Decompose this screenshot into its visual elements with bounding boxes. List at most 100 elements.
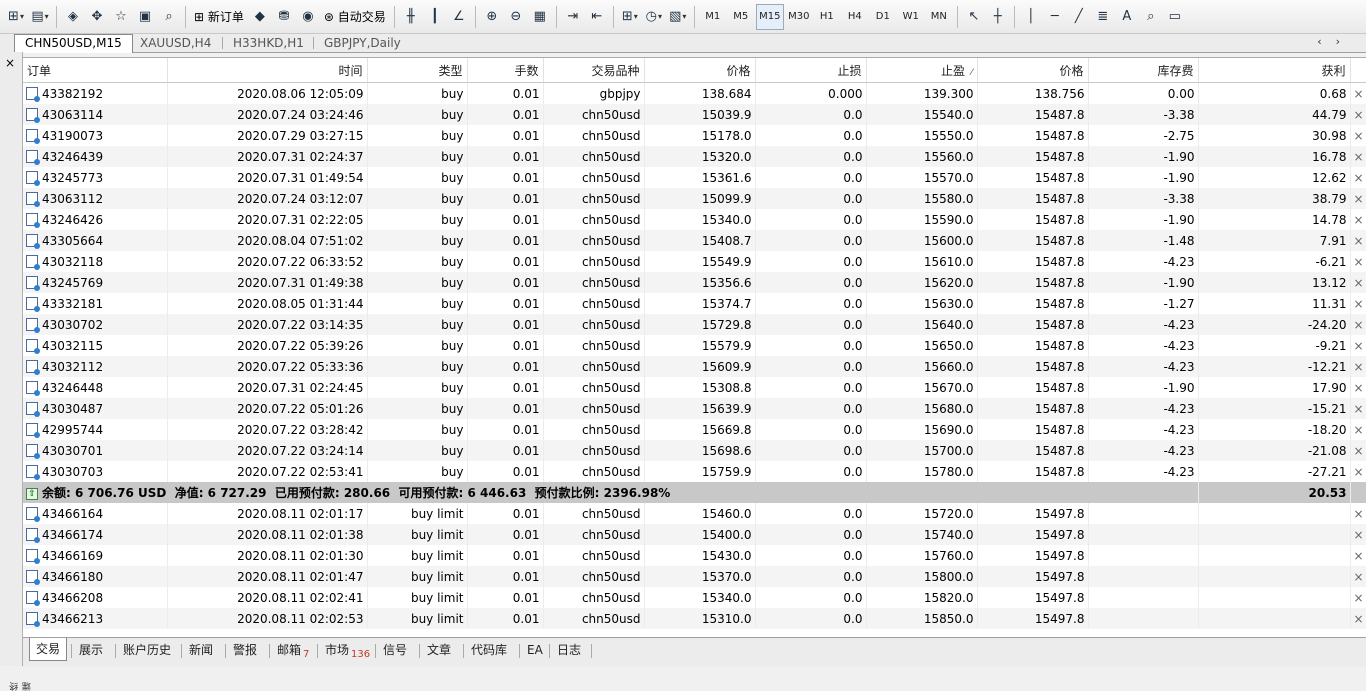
chart-tab-gbpjpy[interactable]: GBPJPY,Daily [314, 35, 411, 51]
close-terminal-icon[interactable]: × [5, 56, 15, 70]
table-row[interactable]: 43246439 2020.07.31 02:24:37 buy 0.01 chn50u… [23, 146, 1366, 167]
terminal-tab-6[interactable]: 市场 136 [319, 641, 376, 660]
bar-chart-icon[interactable]: ╫ [400, 5, 422, 29]
timeframe-h4[interactable]: H4 [842, 5, 868, 29]
timeframe-mn[interactable]: MN [926, 5, 952, 29]
close-order-icon[interactable]: × [1350, 125, 1366, 146]
col-current-price[interactable]: 价格 [977, 58, 1089, 83]
col-swap[interactable]: 库存费 [1088, 58, 1199, 83]
chart-tab-chn50usd[interactable]: CHN50USD,M15 [14, 34, 133, 53]
table-row[interactable]: 43190073 2020.07.29 03:27:15 buy 0.01 chn50u… [23, 125, 1366, 146]
col-price[interactable]: 价格 [644, 58, 756, 83]
cursor-icon[interactable]: ↖ [963, 5, 985, 29]
trendline-icon[interactable]: ╱ [1068, 5, 1090, 29]
close-order-icon[interactable]: × [1350, 356, 1366, 377]
periods-clock-icon[interactable]: ◷ ▾ [643, 5, 665, 29]
chart-shift-icon[interactable]: ⇤ [586, 5, 608, 29]
table-row[interactable]: 43466169 2020.08.11 02:01:30 buy limit 0.01… [23, 545, 1366, 566]
table-row[interactable]: 43466213 2020.08.11 02:02:53 buy limit 0.01… [23, 608, 1366, 629]
auto-trading-button[interactable]: ⊛ 自动交易 [321, 5, 389, 29]
close-order-icon[interactable]: × [1350, 566, 1366, 587]
table-row[interactable]: 43245769 2020.07.31 01:49:38 buy 0.01 chn50u… [23, 272, 1366, 293]
table-row[interactable]: 43245773 2020.07.31 01:49:54 buy 0.01 chn50u… [23, 167, 1366, 188]
market-watch-icon[interactable]: ◈ [62, 5, 84, 29]
close-order-icon[interactable]: × [1350, 398, 1366, 419]
terminal-tab-7[interactable]: 信号 [377, 641, 413, 660]
terminal-tab-10[interactable]: EA [521, 641, 549, 660]
close-order-icon[interactable]: × [1350, 146, 1366, 167]
table-row[interactable]: 43030702 2020.07.22 03:14:35 buy 0.01 chn50u… [23, 314, 1366, 335]
close-order-icon[interactable]: × [1350, 230, 1366, 251]
auto-scroll-icon[interactable]: ⇥ [562, 5, 584, 29]
close-order-icon[interactable]: × [1350, 251, 1366, 272]
table-row[interactable]: 43032112 2020.07.22 05:33:36 buy 0.01 chn50u… [23, 356, 1366, 377]
table-row[interactable]: 43466164 2020.08.11 02:01:17 buy limit 0.01… [23, 503, 1366, 524]
close-order-icon[interactable]: × [1350, 83, 1366, 105]
table-row[interactable]: 43063114 2020.07.24 03:24:46 buy 0.01 chn50u… [23, 104, 1366, 125]
terminal-tab-4[interactable]: 警报 [227, 641, 263, 660]
zoom-out-icon[interactable]: ⊖ [505, 5, 527, 29]
terminal-tab-1[interactable]: 展示 [73, 641, 109, 660]
terminal-tab-3[interactable]: 新闻 [183, 641, 219, 660]
terminal-tab-9[interactable]: 代码库 [465, 641, 513, 660]
metaeditor-icon[interactable]: ◆ [249, 5, 271, 29]
search-icon[interactable]: ⌕ [1140, 5, 1162, 29]
table-row[interactable]: 43032118 2020.07.22 06:33:52 buy 0.01 chn50u… [23, 251, 1366, 272]
close-order-icon[interactable]: × [1350, 419, 1366, 440]
timeframe-w1[interactable]: W1 [898, 5, 924, 29]
terminal-tab-11[interactable]: 日志 [551, 641, 587, 660]
close-order-icon[interactable]: × [1350, 104, 1366, 125]
close-order-icon[interactable]: × [1350, 314, 1366, 335]
terminal-tab-8[interactable]: 文章 [421, 641, 457, 660]
close-order-icon[interactable]: × [1350, 293, 1366, 314]
table-row[interactable]: 43466180 2020.08.11 02:01:47 buy limit 0.01… [23, 566, 1366, 587]
close-order-icon[interactable]: × [1350, 167, 1366, 188]
close-order-icon[interactable]: × [1350, 461, 1366, 482]
table-row[interactable]: 43030487 2020.07.22 05:01:26 buy 0.01 chn50u… [23, 398, 1366, 419]
table-row[interactable]: 43063112 2020.07.24 03:12:07 buy 0.01 chn50u… [23, 188, 1366, 209]
col-lots[interactable]: 手数 [467, 58, 544, 83]
close-order-icon[interactable]: × [1350, 587, 1366, 608]
profiles-icon[interactable]: ▤ ▾ [29, 5, 51, 29]
table-row[interactable]: 43332181 2020.08.05 01:31:44 buy 0.01 chn50u… [23, 293, 1366, 314]
tab-scroll-arrows[interactable]: ‹› [1317, 35, 1354, 48]
close-order-icon[interactable]: × [1350, 440, 1366, 461]
vertical-line-icon[interactable]: │ [1020, 5, 1042, 29]
crosshair-move-icon[interactable]: ✥ [86, 5, 108, 29]
table-row[interactable]: 43030701 2020.07.22 03:24:14 buy 0.01 chn50u… [23, 440, 1366, 461]
indicators-icon[interactable]: ⊞ ▾ [619, 5, 641, 29]
timeframe-h1[interactable]: H1 [814, 5, 840, 29]
horizontal-line-icon[interactable]: ─ [1044, 5, 1066, 29]
terminal-tab-2[interactable]: 账户历史 [117, 641, 177, 660]
new-chart-icon[interactable]: ⊞ ▾ [5, 5, 27, 29]
close-order-icon[interactable]: × [1350, 209, 1366, 230]
new-order-button[interactable]: ⊞ 新订单 [191, 5, 247, 29]
timeframe-m15[interactable]: M15 [755, 3, 784, 30]
strategy-tester-icon[interactable]: ⌕ [158, 5, 180, 29]
favorites-icon[interactable]: ☆ [110, 5, 132, 29]
close-order-icon[interactable]: × [1350, 608, 1366, 629]
timeframe-m5[interactable]: M5 [728, 5, 754, 29]
navigator-icon[interactable]: ▣ [134, 5, 156, 29]
close-order-icon[interactable]: × [1350, 524, 1366, 545]
zoom-in-icon[interactable]: ⊕ [481, 5, 503, 29]
chat-icon[interactable]: ▭ [1164, 5, 1186, 29]
candlestick-icon[interactable]: ┃ [424, 5, 446, 29]
text-tool-icon[interactable]: A [1116, 5, 1138, 29]
col-sl[interactable]: 止损 [755, 58, 867, 83]
close-order-icon[interactable]: × [1350, 377, 1366, 398]
table-row[interactable]: 43466208 2020.08.11 02:02:41 buy limit 0.01… [23, 587, 1366, 608]
terminal-tab-5[interactable]: 邮箱 7 [271, 641, 315, 660]
table-row[interactable]: 43032115 2020.07.22 05:39:26 buy 0.01 chn50u… [23, 335, 1366, 356]
templates-icon[interactable]: ▧ ▾ [667, 5, 689, 29]
table-row[interactable]: 43030703 2020.07.22 02:53:41 buy 0.01 chn50u… [23, 461, 1366, 482]
close-order-icon[interactable]: × [1350, 188, 1366, 209]
fibonacci-icon[interactable]: ≣ [1092, 5, 1114, 29]
col-time[interactable]: 时间 [167, 58, 368, 83]
table-row[interactable]: 43246426 2020.07.31 02:22:05 buy 0.01 chn50u… [23, 209, 1366, 230]
col-order[interactable]: 订单 [23, 58, 168, 83]
close-order-icon[interactable]: × [1350, 272, 1366, 293]
timeframe-m30[interactable]: M30 [786, 5, 812, 29]
tile-windows-icon[interactable]: ▦ [529, 5, 551, 29]
table-row[interactable]: 42995744 2020.07.22 03:28:42 buy 0.01 chn50u… [23, 419, 1366, 440]
